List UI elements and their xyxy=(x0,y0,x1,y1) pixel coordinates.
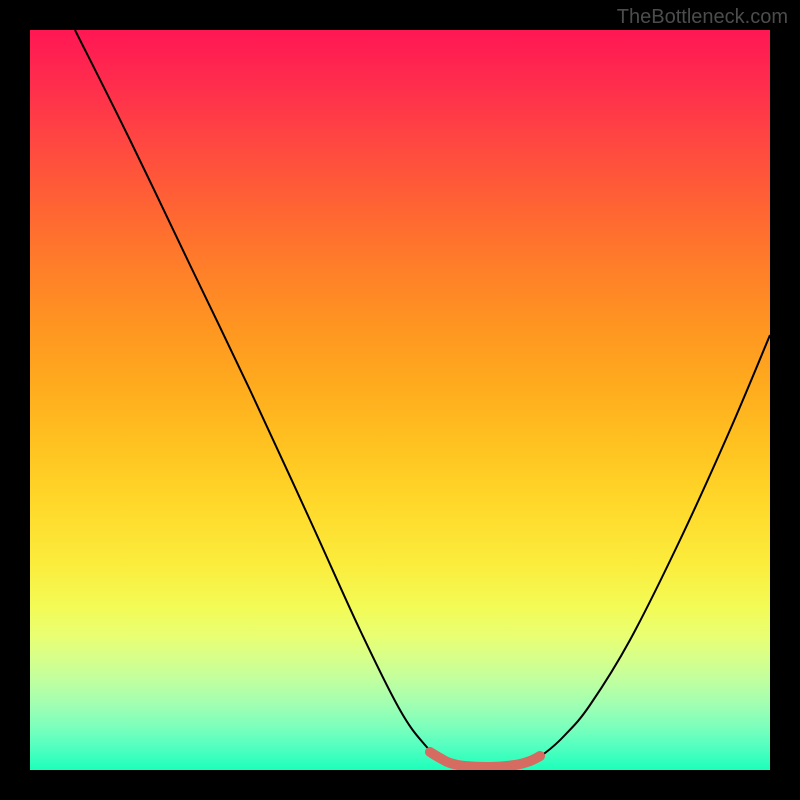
watermark-text: TheBottleneck.com xyxy=(617,6,788,29)
highlight-segment xyxy=(430,752,540,767)
main-curve xyxy=(75,30,770,767)
curve-svg xyxy=(30,30,770,770)
plot-area xyxy=(30,30,770,770)
